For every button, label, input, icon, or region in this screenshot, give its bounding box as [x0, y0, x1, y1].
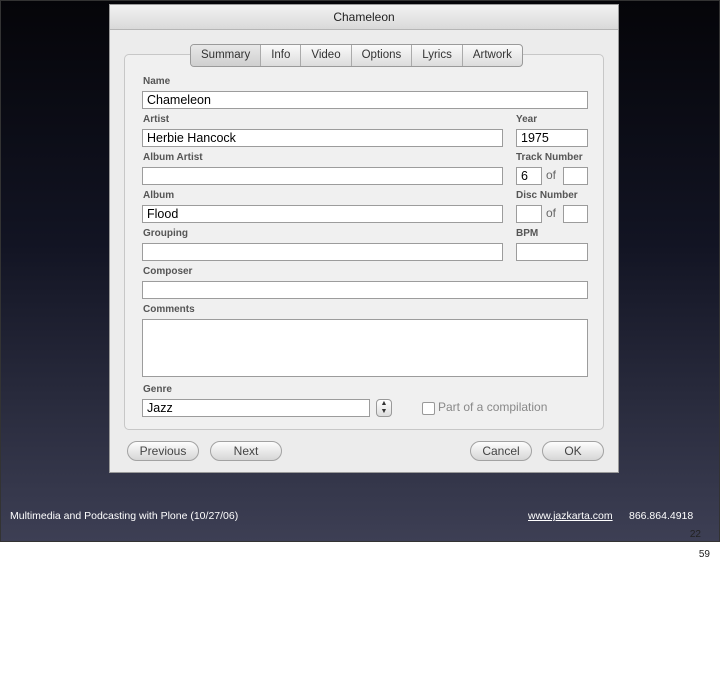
year-field[interactable]: 1975 [516, 129, 588, 147]
artist-field[interactable]: Herbie Hancock [142, 129, 503, 147]
window-title: Chameleon [110, 5, 618, 30]
tab-bar: Summary Info Video Options Lyrics Artwor… [190, 44, 523, 67]
track-of-label: of [546, 168, 557, 182]
album-artist-field[interactable] [142, 167, 503, 185]
tab-lyrics[interactable]: Lyrics [412, 45, 463, 66]
name-field[interactable]: Chameleon [142, 91, 588, 109]
disc-of-label: of [546, 206, 557, 220]
album-artist-label: Album Artist [143, 152, 203, 163]
page-number: 59 [698, 549, 710, 560]
chevron-down-icon: ▼ [380, 408, 388, 415]
grouping-field[interactable] [142, 243, 503, 261]
year-label: Year [516, 114, 538, 125]
next-button[interactable]: Next [210, 441, 282, 461]
slide: Chameleon Summary Info Video Options Lyr… [0, 0, 720, 542]
genre-label: Genre [143, 384, 172, 395]
bpm-label: BPM [516, 228, 539, 239]
compilation-label: Part of a compilation [438, 400, 548, 414]
album-label: Album [143, 190, 175, 201]
disc-number-field[interactable] [516, 205, 542, 223]
genre-stepper[interactable]: ▲ ▼ [376, 399, 392, 417]
name-label: Name [143, 76, 171, 87]
track-number-field[interactable]: 6 [516, 167, 542, 185]
disc-number-label: Disc Number [516, 190, 578, 201]
info-panel: Name Chameleon Artist Herbie Hancock Yea… [124, 54, 604, 430]
tab-summary[interactable]: Summary [191, 45, 262, 66]
footer-phone: 866.864.4918 [629, 510, 694, 522]
chevron-up-icon: ▲ [380, 400, 388, 407]
composer-label: Composer [143, 266, 193, 277]
compilation-checkbox[interactable] [422, 402, 435, 415]
slide-number: 22 [689, 529, 701, 540]
ok-button[interactable]: OK [542, 441, 604, 461]
tab-video[interactable]: Video [301, 45, 352, 66]
disc-total-field[interactable] [563, 205, 588, 223]
comments-field[interactable] [142, 319, 588, 377]
song-info-window: Chameleon Summary Info Video Options Lyr… [109, 4, 619, 473]
album-field[interactable]: Flood [142, 205, 503, 223]
track-total-field[interactable] [563, 167, 588, 185]
artist-label: Artist [143, 114, 170, 125]
previous-button[interactable]: Previous [127, 441, 199, 461]
tab-artwork[interactable]: Artwork [463, 45, 522, 66]
tab-info[interactable]: Info [261, 45, 302, 66]
grouping-label: Grouping [143, 228, 188, 239]
track-number-label: Track Number [516, 152, 583, 163]
genre-field[interactable]: Jazz [142, 399, 370, 417]
composer-field[interactable] [142, 281, 588, 299]
footer-link[interactable]: www.jazkarta.com [528, 510, 613, 522]
footer-title: Multimedia and Podcasting with Plone (10… [10, 510, 239, 522]
bpm-field[interactable] [516, 243, 588, 261]
comments-label: Comments [143, 304, 195, 315]
cancel-button[interactable]: Cancel [470, 441, 532, 461]
tab-options[interactable]: Options [352, 45, 413, 66]
